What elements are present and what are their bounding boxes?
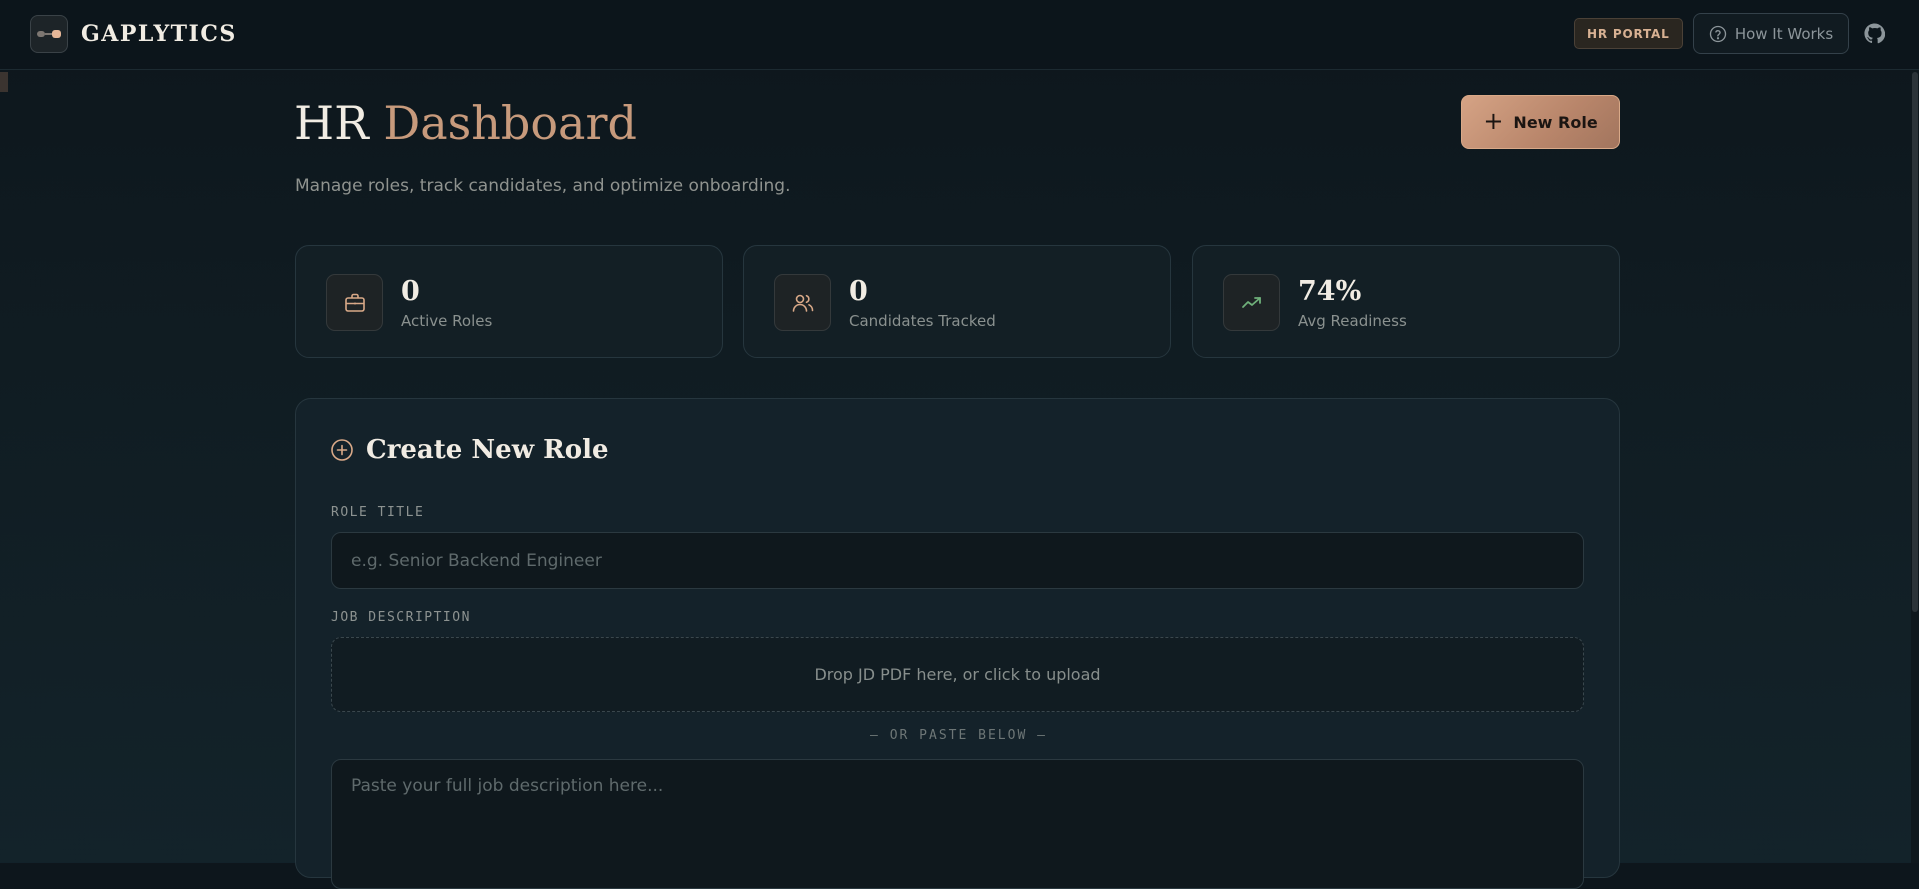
page-subtitle: Manage roles, track candidates, and opti…	[295, 176, 791, 196]
stat-card-readiness: 74% Avg Readiness	[1192, 245, 1620, 358]
plus-circle-icon	[331, 439, 353, 461]
plus-icon: +	[1483, 107, 1504, 135]
stat-card-candidates: 0 Candidates Tracked	[743, 245, 1171, 358]
stat-card-active-roles: 0 Active Roles	[295, 245, 723, 358]
resize-handle	[0, 72, 8, 92]
dropzone-text: Drop JD PDF here, or click to upload	[814, 665, 1101, 684]
how-it-works-button[interactable]: How It Works	[1693, 13, 1849, 54]
trending-up-icon	[1223, 274, 1280, 331]
brand[interactable]: GAPLYTICS	[30, 15, 237, 53]
role-title-input[interactable]	[331, 532, 1584, 589]
brand-name: GAPLYTICS	[81, 21, 237, 47]
create-role-card: Create New Role ROLE TITLE JOB DESCRIPTI…	[295, 398, 1620, 889]
page-title-accent: Dashboard	[383, 96, 637, 150]
stat-value: 74%	[1298, 276, 1362, 307]
role-title-label: ROLE TITLE	[331, 505, 425, 520]
stat-value: 0	[849, 276, 868, 307]
jd-upload-dropzone[interactable]: Drop JD PDF here, or click to upload	[331, 637, 1584, 712]
scrollbar[interactable]	[1911, 70, 1919, 863]
logo-icon	[30, 15, 68, 53]
users-icon	[774, 274, 831, 331]
scrollbar-thumb[interactable]	[1912, 72, 1918, 612]
help-circle-icon	[1709, 25, 1726, 42]
new-role-button[interactable]: + New Role	[1461, 95, 1620, 149]
github-icon[interactable]	[1864, 23, 1886, 48]
create-role-title: Create New Role	[366, 435, 609, 465]
stat-value: 0	[401, 276, 420, 307]
create-role-heading: Create New Role	[330, 435, 609, 465]
job-description-label: JOB DESCRIPTION	[331, 610, 471, 625]
how-it-works-label: How It Works	[1734, 24, 1834, 43]
top-bar: GAPLYTICS HR PORTAL How It Works	[0, 0, 1919, 70]
stat-label: Candidates Tracked	[849, 312, 996, 330]
hr-portal-badge: HR PORTAL	[1574, 18, 1683, 49]
stat-label: Active Roles	[401, 312, 493, 330]
page-title-primary: HR	[294, 96, 369, 150]
page-title: HR Dashboard	[294, 100, 637, 146]
briefcase-icon	[326, 274, 383, 331]
job-description-textarea[interactable]	[331, 759, 1584, 889]
or-paste-divider: — OR PASTE BELOW —	[870, 728, 1047, 743]
new-role-label: New Role	[1513, 112, 1598, 132]
stat-label: Avg Readiness	[1298, 312, 1407, 330]
